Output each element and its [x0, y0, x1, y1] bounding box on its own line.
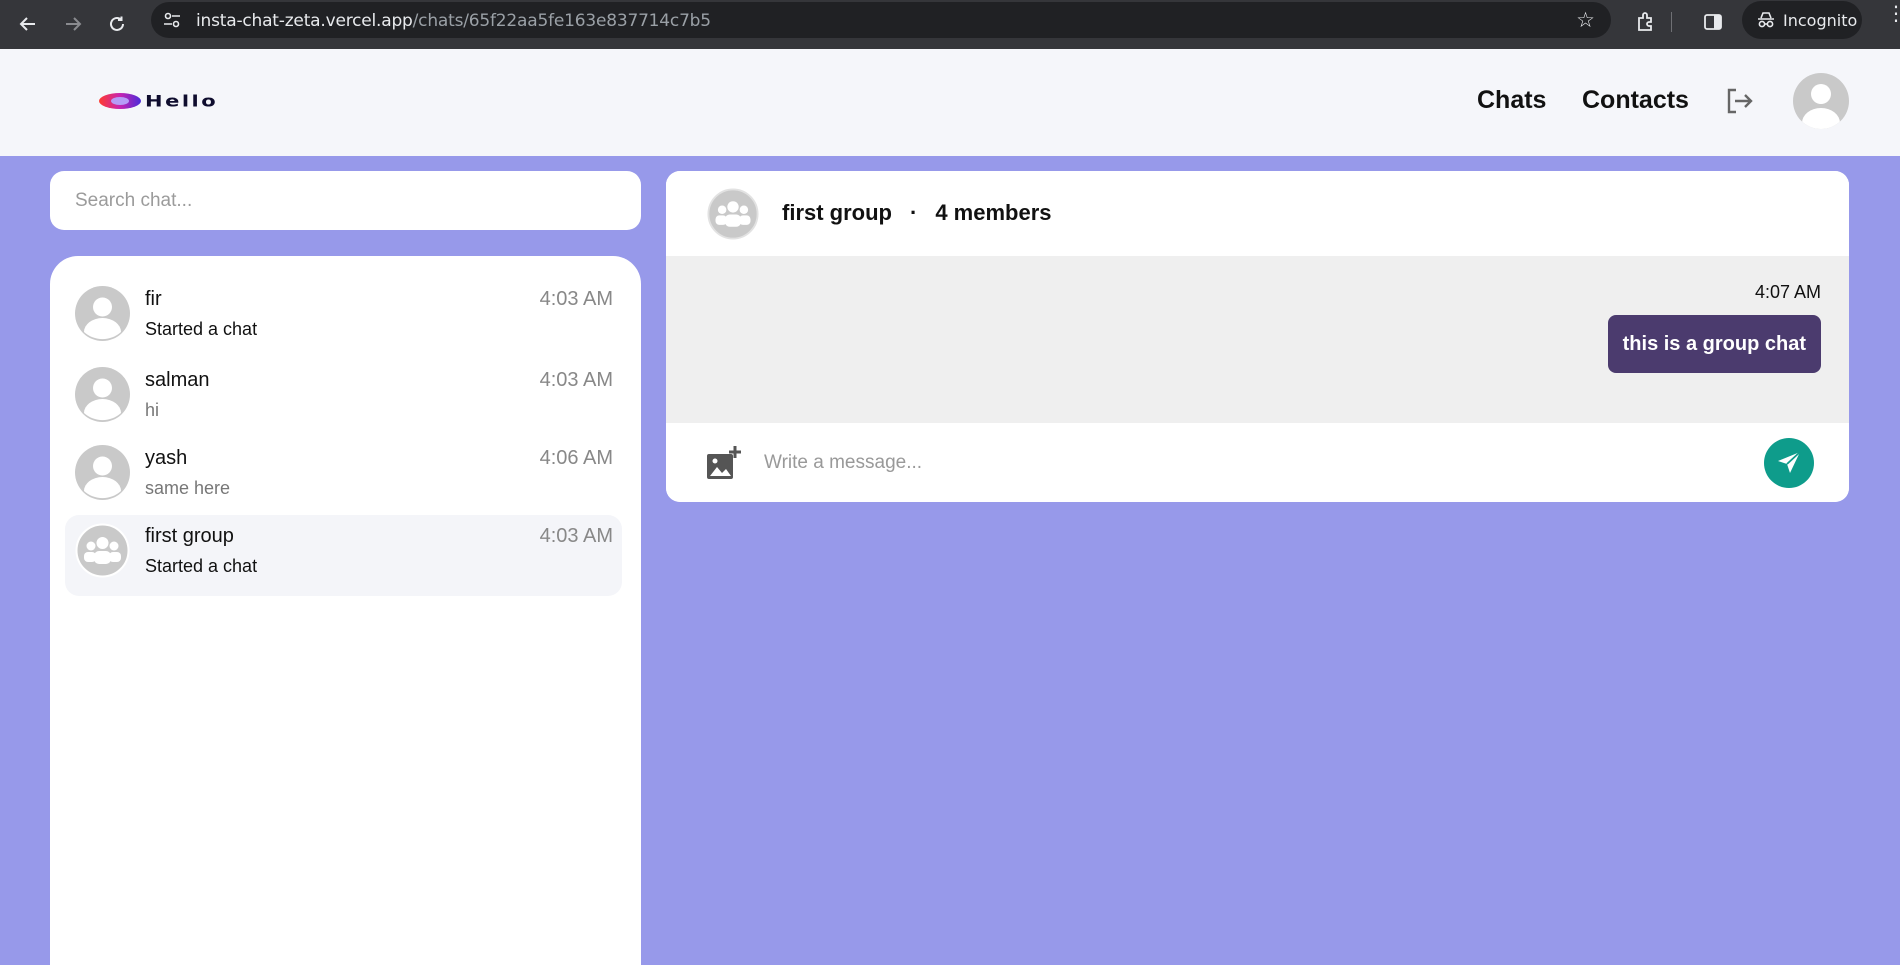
chat-time: 4:03 AM [539, 288, 613, 310]
message-area: 4:07 AM this is a group chat [666, 256, 1849, 423]
profile-avatar[interactable] [1793, 73, 1849, 129]
chat-last-message: Started a chat [145, 556, 258, 576]
group-avatar-icon [75, 523, 130, 578]
message-bubble-outgoing: this is a group chat [1607, 315, 1821, 373]
user-avatar-icon [1802, 84, 1840, 129]
star-icon[interactable]: ☆ [1576, 8, 1595, 32]
chat-name: salman [145, 369, 210, 391]
incognito-label: Incognito [1783, 10, 1858, 30]
url-text: insta-chat-zeta.vercel.app/chats/65f22aa… [196, 11, 711, 31]
chat-list-item-active[interactable]: first group Started a chat 4:03 AM [65, 515, 622, 596]
chat-time: 4:06 AM [539, 447, 613, 469]
forward-icon[interactable] [57, 8, 89, 40]
message-composer [666, 423, 1849, 502]
logout-icon[interactable] [1722, 84, 1756, 118]
search-input[interactable] [50, 171, 641, 230]
url-host: insta-chat-zeta.vercel.app [196, 11, 413, 31]
chat-list-item[interactable]: yash same here 4:06 AM [65, 437, 622, 515]
app-header: Hello Chats Contacts [0, 49, 1900, 156]
incognito-icon [1758, 12, 1774, 28]
send-button[interactable] [1764, 438, 1814, 488]
chat-name: fir [145, 288, 162, 310]
chat-name: first group [145, 525, 234, 547]
title-separator: · [910, 200, 918, 225]
incognito-badge[interactable]: Incognito [1742, 1, 1862, 39]
conversation-panel: first group · 4 members 4:07 AM this is … [666, 171, 1849, 502]
message-time: 4:07 AM [1754, 282, 1821, 302]
side-panel-icon[interactable] [1699, 8, 1727, 36]
conversation-title: first group · 4 members [782, 200, 1052, 226]
browser-menu-icon[interactable]: ⋮ [1886, 3, 1900, 23]
back-icon[interactable] [12, 8, 44, 40]
browser-toolbar: insta-chat-zeta.vercel.app/chats/65f22aa… [0, 0, 1900, 49]
group-name: first group [782, 200, 892, 225]
group-avatar-icon[interactable] [707, 188, 759, 240]
nav-contacts-link[interactable]: Contacts [1582, 86, 1689, 115]
url-path: /chats/65f22aa5fe163e837714c7b5 [412, 11, 711, 31]
conversation-header: first group · 4 members [666, 171, 1849, 256]
chat-list-item[interactable]: salman hi 4:03 AM [65, 359, 622, 437]
chat-last-message: hi [145, 400, 160, 420]
logo[interactable]: Hello [98, 84, 218, 118]
site-settings-icon[interactable] [163, 11, 181, 29]
chat-last-message: Started a chat [145, 319, 258, 339]
logo-text: Hello [145, 92, 219, 110]
reload-icon[interactable] [101, 8, 133, 40]
chat-time: 4:03 AM [539, 525, 613, 547]
user-avatar-icon [75, 445, 130, 500]
nav-chats-link[interactable]: Chats [1477, 86, 1546, 115]
user-avatar-icon [75, 367, 130, 422]
user-avatar-icon [75, 286, 130, 341]
chat-name: yash [145, 447, 188, 469]
member-count: 4 members [935, 200, 1052, 225]
logo-icon [99, 93, 141, 109]
extensions-icon[interactable] [1632, 8, 1660, 36]
send-icon [1778, 451, 1801, 473]
chat-last-message: same here [145, 478, 231, 498]
chat-list-item[interactable]: fir Started a chat 4:03 AM [65, 278, 622, 359]
chat-list: fir Started a chat 4:03 AM salman hi 4:0… [50, 256, 641, 965]
toolbar-divider [1666, 8, 1676, 36]
message-input[interactable] [764, 443, 1714, 483]
search-chat-box [50, 171, 641, 230]
add-photo-icon[interactable] [704, 444, 742, 482]
chat-time: 4:03 AM [539, 369, 613, 391]
address-bar[interactable]: insta-chat-zeta.vercel.app/chats/65f22aa… [151, 2, 1611, 38]
